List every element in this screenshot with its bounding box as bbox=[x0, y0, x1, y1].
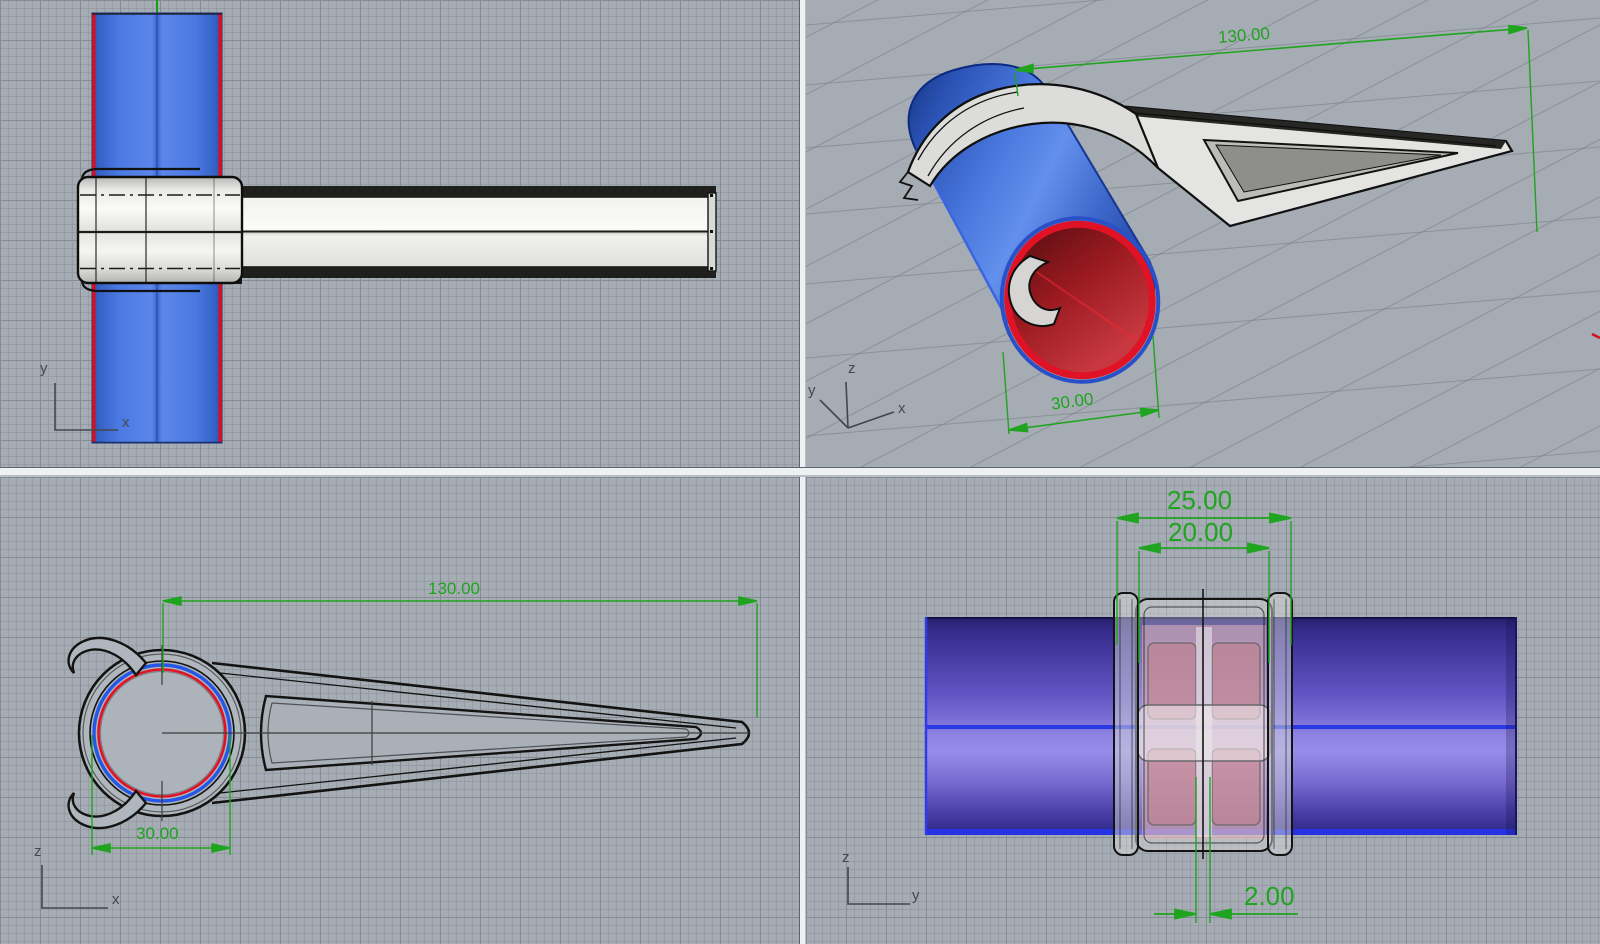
viewport-front-view[interactable]: 130.00 30.00 z x bbox=[0, 477, 799, 944]
clamp-transparent-right-view[interactable] bbox=[1114, 589, 1292, 859]
dim-label-20: 20.00 bbox=[1168, 517, 1233, 548]
viewport-divider-horizontal[interactable] bbox=[0, 467, 1600, 477]
axis-label-y: y bbox=[808, 382, 816, 399]
axis-gizmo-perspective bbox=[820, 382, 894, 428]
clamp-wireframe-front[interactable] bbox=[69, 638, 750, 828]
axis-label-y: y bbox=[40, 360, 48, 377]
axis-label-z: z bbox=[34, 843, 42, 860]
perspective-drawing bbox=[806, 0, 1600, 467]
axis-label-x: x bbox=[122, 414, 130, 431]
axis-gizmo-front bbox=[42, 865, 108, 908]
axis-label-z: z bbox=[842, 849, 850, 866]
front-view-drawing bbox=[0, 477, 799, 944]
axis-label-y: y bbox=[912, 887, 920, 904]
viewport-top-view[interactable]: y x bbox=[0, 0, 799, 467]
viewport-right-view[interactable]: 25.00 20.00 2.00 z y bbox=[806, 477, 1600, 944]
axis-label-x: x bbox=[898, 400, 906, 417]
dim-label-130-perspective: 130.00 bbox=[1217, 24, 1270, 48]
clamp-arm-3d[interactable] bbox=[1118, 106, 1512, 226]
axis-label-z: z bbox=[848, 360, 856, 377]
perspective-floor-grid bbox=[806, 0, 1600, 467]
dim-label-130-front: 130.00 bbox=[428, 579, 480, 599]
dim-label-30-front: 30.00 bbox=[136, 824, 179, 844]
clamp-arm-top-view[interactable] bbox=[183, 181, 716, 284]
clamp-collar-top-view[interactable] bbox=[78, 169, 242, 291]
x-axis-red-tick bbox=[1592, 334, 1600, 338]
top-view-drawing bbox=[0, 0, 799, 467]
dim-label-2: 2.00 bbox=[1244, 881, 1295, 912]
axis-gizmo-right bbox=[848, 867, 910, 904]
axis-label-x: x bbox=[112, 891, 120, 908]
cad-canvas: y x bbox=[0, 0, 1600, 944]
viewport-perspective[interactable]: 130.00 30.00 z y x bbox=[806, 0, 1600, 467]
dim-label-25: 25.00 bbox=[1167, 485, 1232, 516]
